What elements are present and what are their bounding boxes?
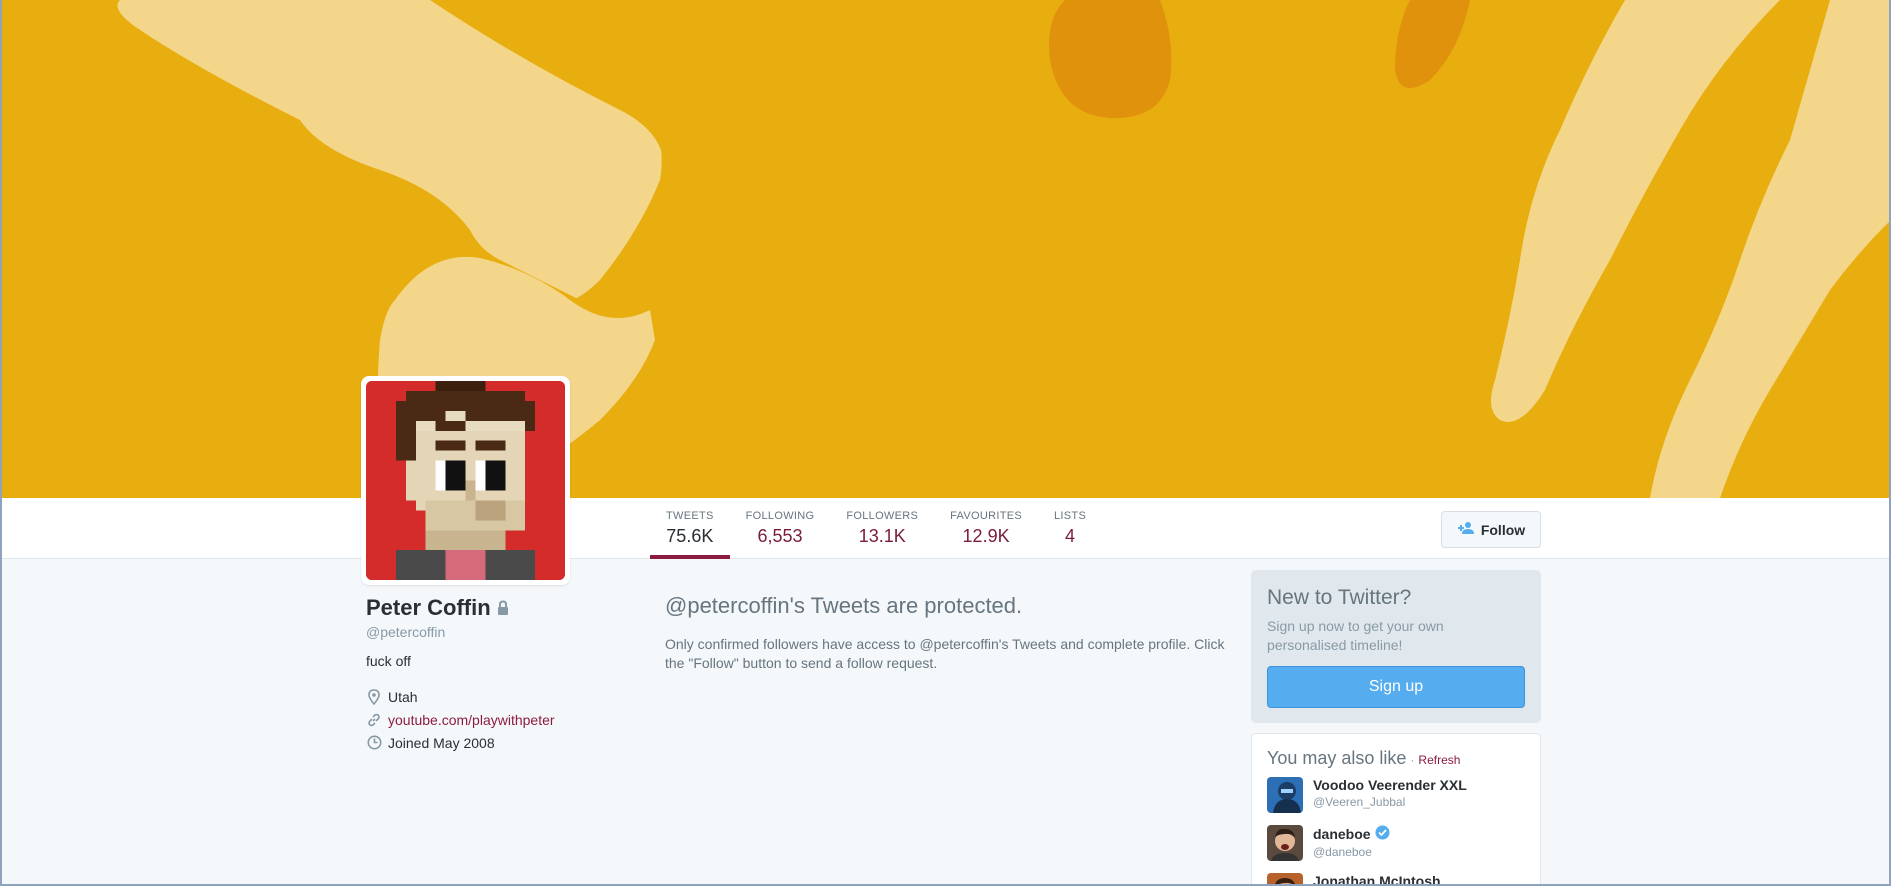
stat-favourites[interactable]: FAVOURITES 12.9K <box>934 498 1038 559</box>
profile-name[interactable]: Peter Coffin <box>366 595 636 621</box>
stat-value: 12.9K <box>962 526 1010 546</box>
refresh-link[interactable]: Refresh <box>1418 753 1460 767</box>
protected-notice: @petercoffin's Tweets are protected. Onl… <box>665 593 1240 673</box>
signup-title: New to Twitter? <box>1267 586 1412 609</box>
suggestion-name[interactable]: Voodoo Veerender XXL <box>1313 777 1467 793</box>
stat-lists[interactable]: LISTS 4 <box>1038 498 1102 559</box>
suggestion-name[interactable]: Jonathan McIntosh <box>1313 873 1441 886</box>
verified-badge-icon <box>1375 825 1390 843</box>
profile-card: Peter Coffin @petercoffin fuck off Utah … <box>366 595 636 754</box>
signup-text: Sign up now to get your own personalised… <box>1267 618 1444 653</box>
avatar <box>366 381 565 580</box>
profile-banner <box>0 0 1891 498</box>
suggestions-module: You may also like · Refresh Voodoo Veere… <box>1251 733 1541 886</box>
suggestion-handle: @daneboe <box>1313 845 1372 859</box>
stat-value: 4 <box>1065 526 1076 546</box>
avatar[interactable] <box>1267 825 1303 861</box>
stat-label: TWEETS <box>666 510 714 522</box>
suggestions-header: You may also like · Refresh <box>1267 748 1525 769</box>
lock-icon <box>497 595 509 621</box>
suggestion-item[interactable]: Voodoo Veerender XXL @Veeren_Jubbal <box>1267 777 1525 817</box>
stat-label: LISTS <box>1054 510 1087 522</box>
profile-location: Utah <box>366 685 636 708</box>
profile-name-text: Peter Coffin <box>366 595 491 620</box>
stat-following[interactable]: FOLLOWING 6,553 <box>730 498 831 559</box>
profile-website: youtube.com/playwithpeter <box>366 708 636 731</box>
profile-joined: Joined May 2008 <box>366 731 636 754</box>
add-user-icon <box>1457 521 1475 538</box>
signup-module: New to Twitter? Sign up now to get your … <box>1251 570 1541 723</box>
protected-message: Only confirmed followers have access to … <box>665 636 1225 671</box>
stat-value: 6,553 <box>757 526 803 546</box>
profile-meta: Utah youtube.com/playwithpeter Joined Ma… <box>366 685 636 754</box>
stat-label: FOLLOWERS <box>846 510 919 522</box>
profile-joined-text: Joined May 2008 <box>388 734 495 751</box>
suggestion-item[interactable]: daneboe @daneboe <box>1267 825 1525 865</box>
stat-tweets[interactable]: TWEETS 75.6K <box>650 498 730 559</box>
stat-label: FOLLOWING <box>745 510 815 522</box>
location-pin-icon <box>366 688 382 705</box>
follow-button[interactable]: Follow <box>1441 511 1541 548</box>
suggestion-item[interactable]: Jonathan McIntosh <box>1267 873 1525 886</box>
clock-icon <box>366 735 382 751</box>
link-icon <box>366 712 382 728</box>
stat-label: FAVOURITES <box>950 510 1023 522</box>
protected-title: @petercoffin's Tweets are protected. <box>665 593 1023 618</box>
separator: · <box>1410 753 1415 767</box>
profile-stats: TWEETS 75.6K FOLLOWING 6,553 FOLLOWERS 1… <box>650 498 1102 559</box>
stat-value: 13.1K <box>858 526 906 546</box>
follow-button-label: Follow <box>1480 521 1526 538</box>
profile-website-link[interactable]: youtube.com/playwithpeter <box>388 712 555 728</box>
signup-button[interactable]: Sign up <box>1267 666 1525 708</box>
profile-handle[interactable]: @petercoffin <box>366 624 636 640</box>
suggestion-name[interactable]: daneboe <box>1313 825 1390 843</box>
profile-bio: fuck off <box>366 653 411 669</box>
avatar[interactable] <box>1267 873 1303 886</box>
stat-followers[interactable]: FOLLOWERS 13.1K <box>830 498 934 559</box>
suggestion-handle: @Veeren_Jubbal <box>1313 795 1406 809</box>
suggestion-name-text: daneboe <box>1313 826 1371 842</box>
avatar[interactable] <box>1267 777 1303 813</box>
stat-value: 75.6K <box>666 526 714 546</box>
profile-avatar[interactable] <box>361 376 570 585</box>
suggestions-title: You may also like <box>1267 748 1407 768</box>
profile-location-text: Utah <box>388 688 418 705</box>
